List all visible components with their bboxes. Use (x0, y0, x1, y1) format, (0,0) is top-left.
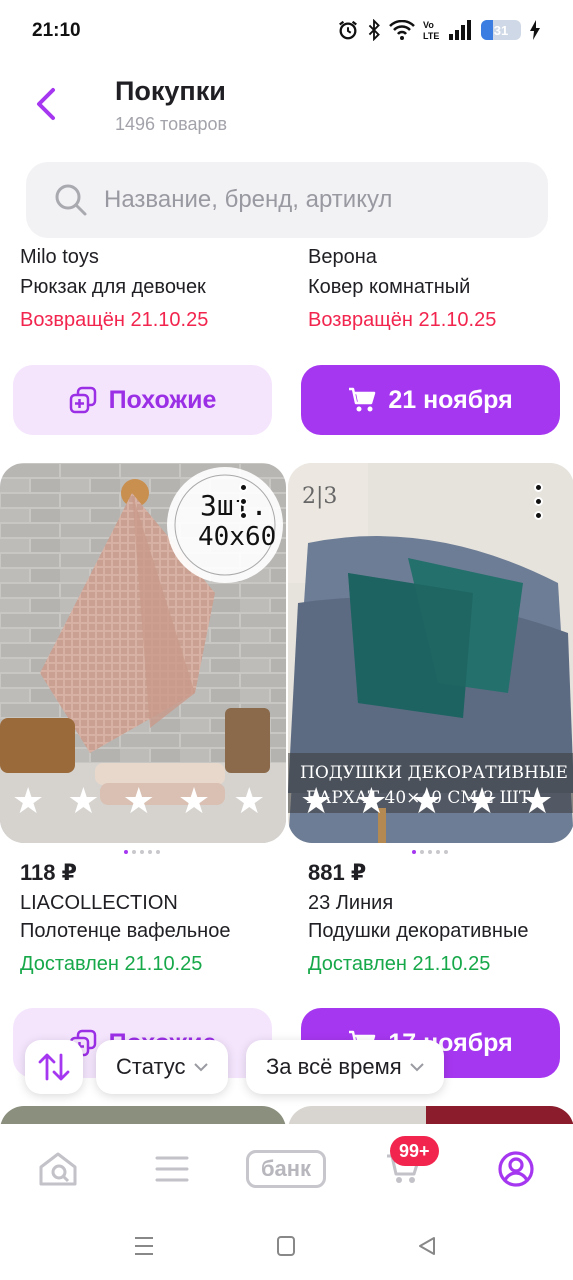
status-bar: 21:10 Vo LTE 31 (0, 0, 573, 64)
product-brand: Верона (308, 246, 377, 268)
bottom-navigation: банк 99+ (0, 1124, 573, 1214)
cart-icon (349, 387, 376, 412)
nav-home[interactable] (36, 1144, 80, 1194)
product-name: Ковер комнатный (308, 276, 471, 298)
product-brand: 23 Линия (308, 892, 394, 914)
rating-stars[interactable]: ★ ★ ★ ★ ★ (300, 783, 553, 819)
chevron-down-icon (193, 1063, 208, 1072)
nav-profile[interactable] (496, 1144, 536, 1194)
recents-icon[interactable] (133, 1235, 155, 1257)
product-price: 881 ₽ (308, 860, 367, 885)
nav-catalog[interactable] (152, 1144, 192, 1194)
product-brand: Milo toys (20, 246, 99, 268)
bank-label: банк (246, 1150, 326, 1188)
items-count: 1496 товаров (115, 114, 228, 134)
status-icons: Vo LTE 31 (337, 19, 541, 41)
svg-text:Vo: Vo (423, 20, 434, 30)
sort-button[interactable] (25, 1040, 83, 1094)
svg-text:3шт.: 3шт. (200, 489, 267, 522)
chevron-down-icon (409, 1063, 424, 1072)
image-carousel-dots (124, 850, 160, 854)
battery-level: 31 (493, 22, 509, 38)
svg-text:LTE: LTE (423, 31, 439, 41)
product-image[interactable]: 3шт. 40х60 ★ ★ ★ ★ ★ (0, 463, 286, 843)
system-navigation (0, 1214, 573, 1280)
product-image[interactable]: 2|3 ПОДУШКИ ДЕКОРАТИВНЫЕ БАРХАТ 40×40 СМ… (288, 463, 573, 843)
product-name: Рюкзак для девочек (20, 276, 206, 298)
chevron-left-icon (37, 88, 55, 120)
product-image[interactable] (288, 1106, 573, 1124)
product-status: Возвращён 21.10.25 (20, 309, 209, 331)
cart-badge: 99+ (390, 1136, 439, 1166)
product-name: Подушки декоративные (308, 920, 529, 942)
sort-icon (38, 1053, 70, 1081)
similar-icon (69, 386, 96, 414)
product-image[interactable] (0, 1106, 286, 1124)
charging-icon (530, 20, 540, 40)
product-status: Доставлен 21.10.25 (308, 953, 491, 975)
wifi-icon (389, 20, 415, 40)
svg-text:40х60: 40х60 (198, 522, 276, 552)
search-input[interactable] (104, 186, 524, 214)
similar-button[interactable]: Похожие (13, 365, 272, 435)
page-title: Покупки (115, 76, 226, 106)
back-button[interactable] (24, 82, 68, 126)
product-brand: LIACOLLECTION (20, 892, 178, 914)
signal-icon (449, 20, 471, 40)
profile-icon (498, 1151, 534, 1187)
alarm-icon (339, 20, 357, 40)
menu-icon (155, 1156, 189, 1182)
status-filter-label: Статус (116, 1054, 186, 1079)
image-carousel-dots (412, 850, 448, 854)
back-triangle-icon[interactable] (416, 1235, 438, 1257)
product-status: Возвращён 21.10.25 (308, 309, 497, 331)
more-options-button[interactable] (239, 483, 251, 520)
home-search-icon (39, 1152, 77, 1186)
period-filter-label: За всё время (266, 1054, 402, 1079)
nav-bank[interactable]: банк (246, 1144, 326, 1194)
home-button-icon[interactable] (276, 1235, 296, 1257)
volte-icon: VoLTE (423, 20, 439, 41)
search-bar[interactable] (26, 162, 548, 238)
add-to-cart-button[interactable]: 21 ноября (301, 365, 560, 435)
product-name: Полотенце вафельное (20, 920, 231, 942)
search-icon (55, 184, 87, 216)
product-price: 118 ₽ (20, 860, 77, 885)
brand-logo-text: 2|3 (302, 484, 337, 509)
period-filter[interactable]: За всё время (246, 1040, 444, 1094)
product-status: Доставлен 21.10.25 (20, 953, 203, 975)
battery-icon: 31 (481, 20, 521, 40)
rating-stars[interactable]: ★ ★ ★ ★ ★ (12, 783, 265, 819)
bluetooth-icon (368, 19, 380, 41)
product-grid[interactable]: Milo toys Рюкзак для девочек Возвращён 2… (0, 244, 573, 1124)
status-time: 21:10 (32, 20, 81, 41)
delivery-date: 21 ноября (388, 385, 513, 414)
more-options-button[interactable] (534, 483, 546, 520)
status-filter[interactable]: Статус (96, 1040, 228, 1094)
similar-label: Похожие (108, 385, 217, 414)
battery-fill (481, 20, 494, 40)
